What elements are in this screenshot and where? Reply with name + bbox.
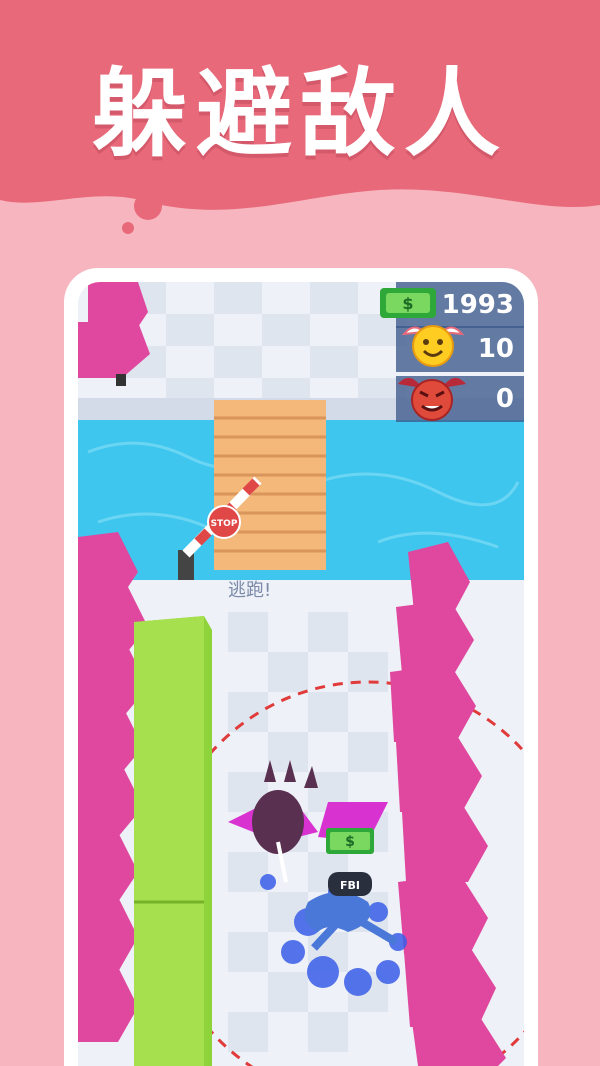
svg-text:$: $ <box>402 294 413 313</box>
devil-count: 0 <box>495 384 514 414</box>
cash-count: 1993 <box>441 290 514 320</box>
cash-icon: $ <box>380 288 436 318</box>
game-screen[interactable]: STOP $ FBI 1993 $ 10 0 逃跑! <box>78 282 524 1066</box>
page-title: 躲避敌人 <box>92 58 508 170</box>
devil-face-icon <box>398 377 466 421</box>
enemy-badge: FBI <box>340 879 360 892</box>
angel-count: 10 <box>477 334 514 364</box>
bridge <box>214 400 326 570</box>
run-hint: 逃跑! <box>228 580 272 601</box>
cash-pickup: $ <box>326 828 374 854</box>
green-hedge <box>134 616 212 1066</box>
stop-sign: STOP <box>211 519 238 529</box>
smiley-angel-icon <box>401 325 465 367</box>
svg-text:$: $ <box>345 834 355 850</box>
